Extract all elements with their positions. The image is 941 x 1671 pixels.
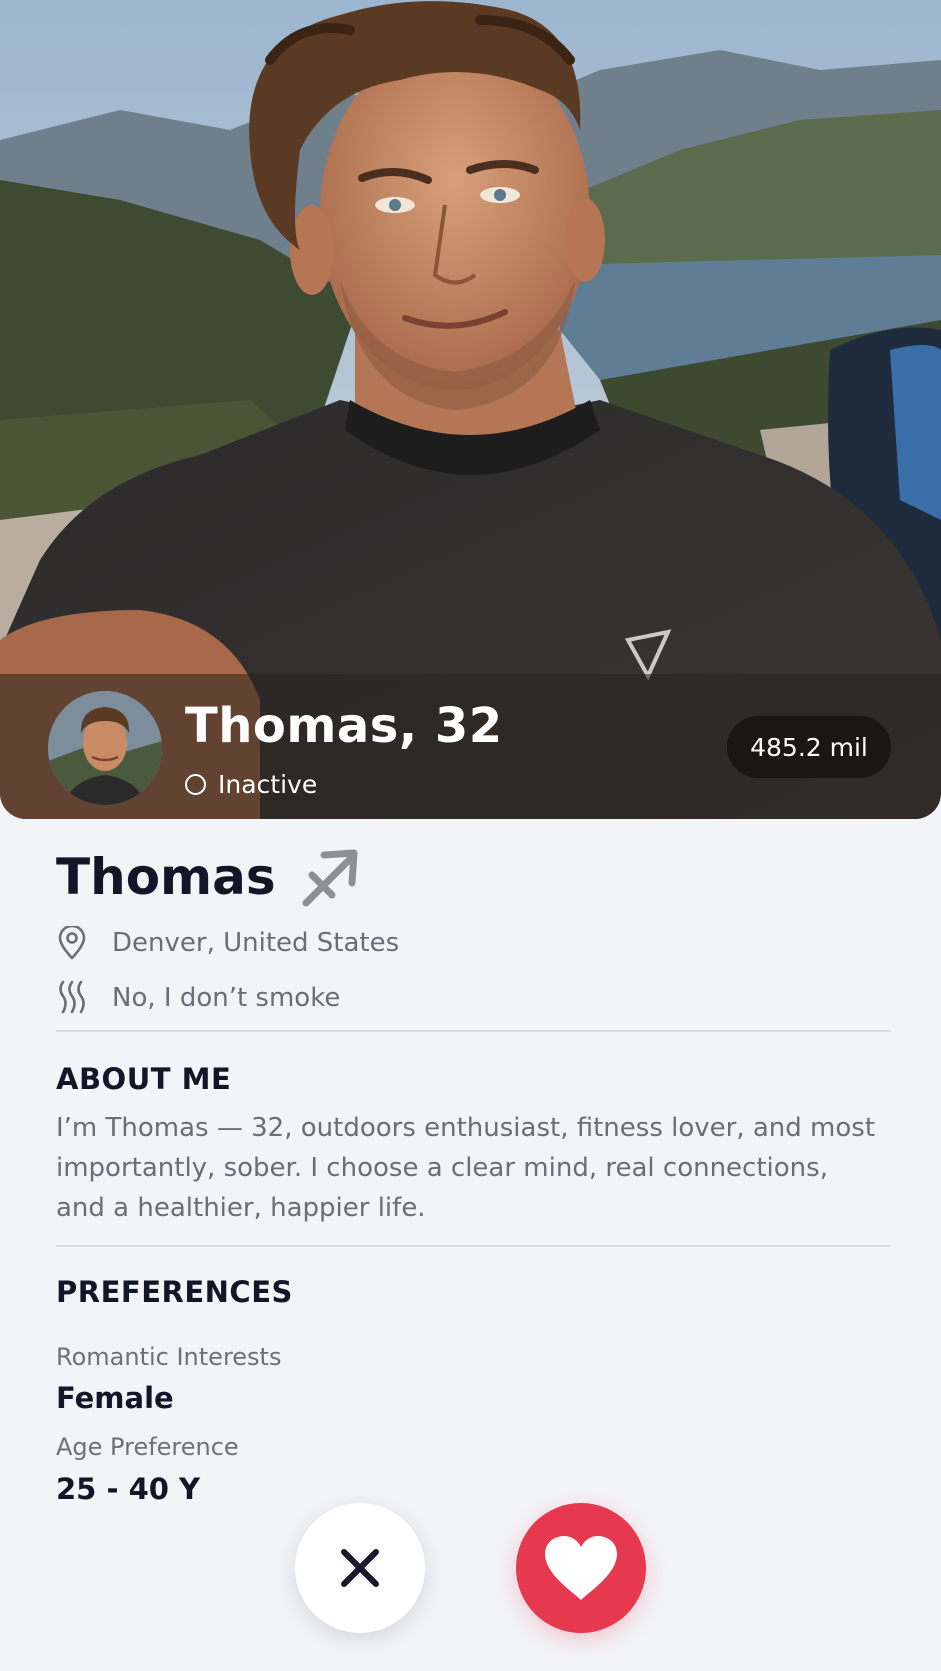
- divider: [56, 1245, 891, 1247]
- about-me-heading: ABOUT ME: [56, 1062, 232, 1096]
- smoke-icon: [56, 980, 88, 1016]
- profile-name: Thomas: [56, 848, 276, 906]
- avatar[interactable]: [48, 691, 162, 805]
- pass-button[interactable]: [295, 1503, 425, 1633]
- preferences-heading: PREFERENCES: [56, 1275, 293, 1309]
- sagittarius-icon: [302, 849, 358, 907]
- heart-icon: [545, 1536, 617, 1600]
- status-indicator-icon: [185, 774, 206, 795]
- smoking-row: No, I don’t smoke: [56, 980, 340, 1016]
- about-me-text: I’m Thomas — 32, outdoors enthusiast, fi…: [56, 1113, 876, 1223]
- hero-name-age: Thomas, 32: [185, 698, 503, 754]
- romantic-interests-value: Female: [56, 1381, 174, 1415]
- activity-status: Inactive: [185, 770, 317, 799]
- smoking-text: No, I don’t smoke: [112, 983, 341, 1013]
- location-text: Denver, United States: [112, 928, 400, 958]
- age-preference-label: Age Preference: [56, 1433, 239, 1461]
- romantic-interests-label: Romantic Interests: [56, 1343, 282, 1371]
- divider: [56, 1030, 891, 1032]
- location-row: Denver, United States: [56, 925, 399, 961]
- age-preference-value: 25 - 40 Y: [56, 1472, 201, 1506]
- profile-photo[interactable]: Thomas, 32 Inactive 485.2 mil: [0, 0, 941, 819]
- status-label: Inactive: [218, 770, 318, 799]
- location-pin-icon: [56, 925, 88, 961]
- distance-badge: 485.2 mil: [727, 716, 891, 778]
- close-icon: [341, 1549, 379, 1587]
- avatar-photo: [48, 691, 162, 805]
- like-button[interactable]: [516, 1503, 646, 1633]
